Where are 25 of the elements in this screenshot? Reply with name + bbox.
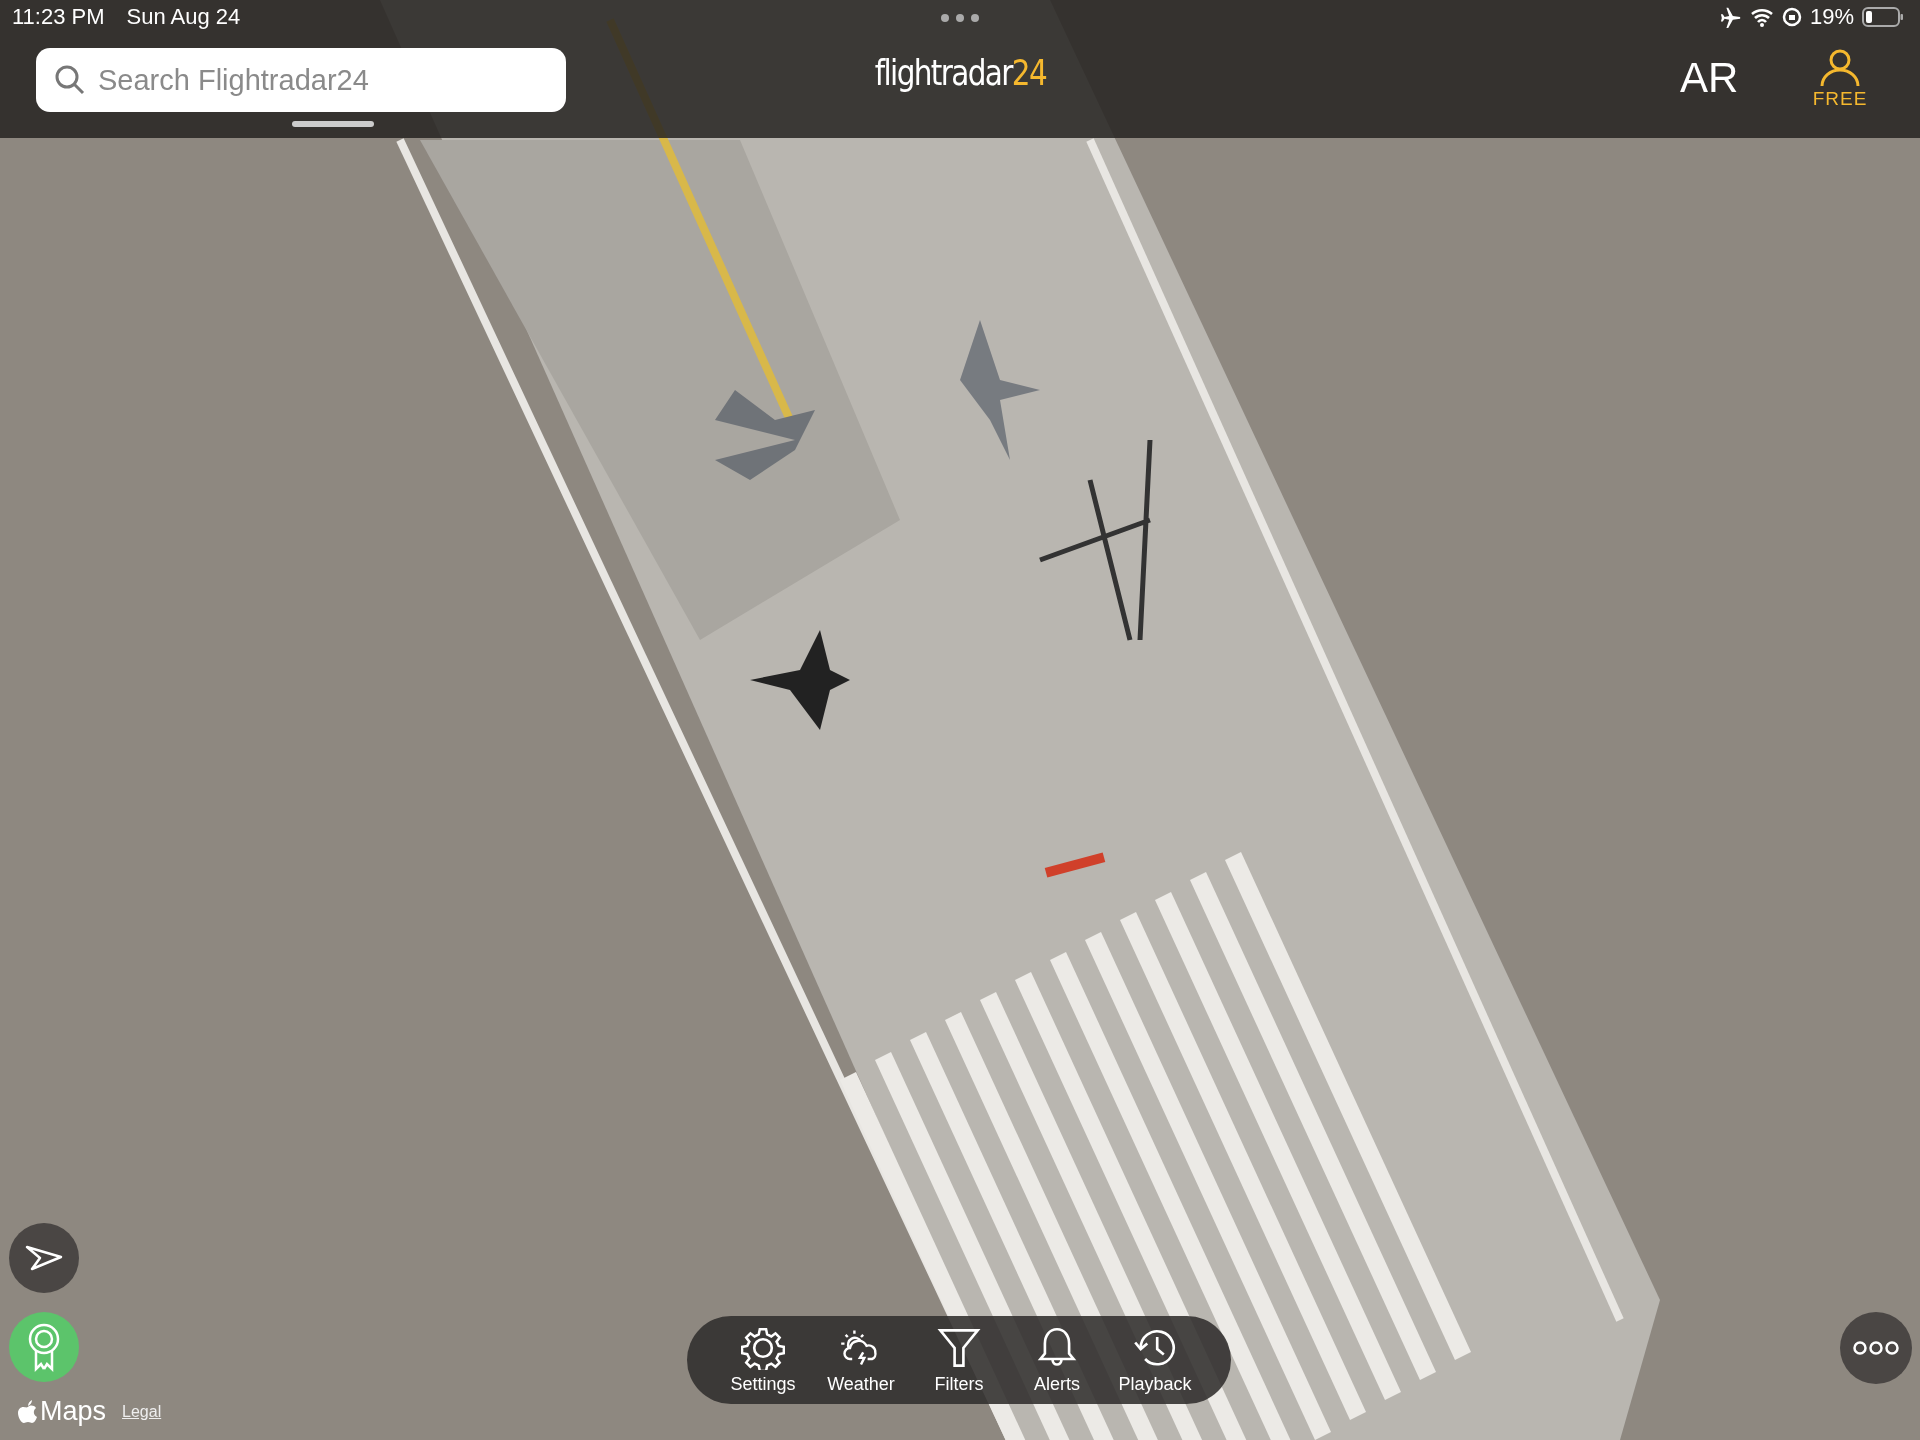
rotation-lock-icon	[1781, 7, 1802, 27]
toolbar-button[interactable]: Playback	[1109, 1325, 1201, 1395]
status-date: Sun Aug 24	[126, 4, 241, 30]
toolbar-button[interactable]: Settings	[717, 1325, 809, 1395]
maps-attribution: Maps	[40, 1396, 107, 1427]
ar-button[interactable]: AR	[1680, 54, 1739, 102]
app-logo: flightradar24	[874, 52, 1046, 93]
status-time: 11:23 PM	[12, 4, 105, 30]
account-button[interactable]: FREE	[1808, 48, 1872, 110]
settings-icon	[741, 1325, 785, 1370]
location-arrow-icon	[24, 1244, 64, 1272]
person-icon	[1818, 48, 1862, 88]
award-ribbon-icon	[26, 1322, 62, 1372]
toolbar-button[interactable]: Weather	[815, 1325, 907, 1395]
more-icon	[1852, 1340, 1900, 1356]
search-field[interactable]: Search Flightradar24	[36, 48, 566, 112]
toolbar-button[interactable]: Filters	[913, 1325, 1005, 1395]
drag-handle[interactable]	[292, 121, 374, 127]
battery-percent: 19%	[1809, 4, 1854, 30]
wifi-icon	[1749, 7, 1774, 27]
toolbar-button[interactable]: Alerts	[1011, 1325, 1103, 1395]
multitasking-dots-icon[interactable]	[940, 13, 980, 23]
airplane-mode-icon	[1719, 6, 1742, 28]
battery-icon	[1862, 6, 1904, 28]
apple-logo-icon	[18, 1399, 38, 1424]
